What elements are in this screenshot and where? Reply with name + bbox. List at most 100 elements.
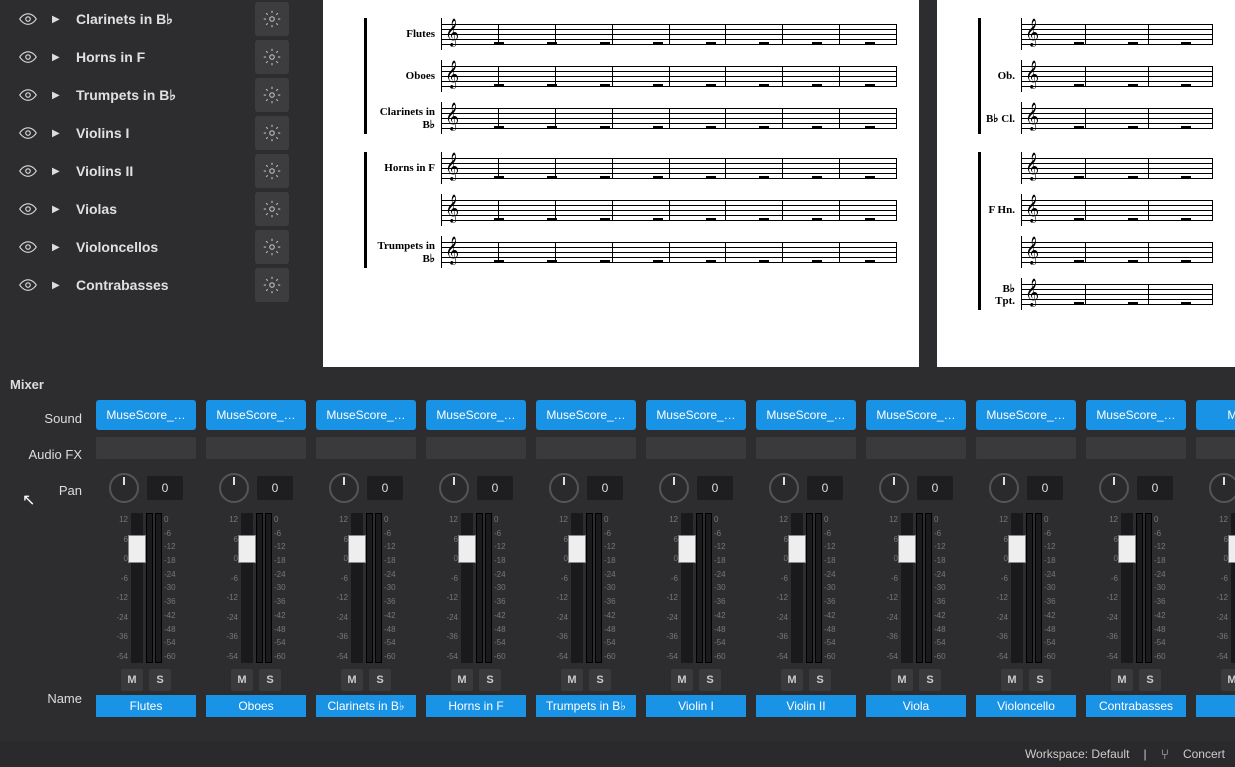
sound-select-button[interactable]: MuseScore_…	[96, 400, 196, 430]
mute-button[interactable]: M	[891, 669, 913, 691]
pan-value[interactable]: 0	[1137, 476, 1173, 500]
audiofx-slot[interactable]	[96, 437, 196, 459]
fader-handle[interactable]	[1008, 535, 1026, 563]
visibility-icon[interactable]	[18, 237, 38, 257]
fader-handle[interactable]	[238, 535, 256, 563]
instrument-row[interactable]: ▶Violins II	[0, 152, 297, 190]
instrument-row[interactable]: ▶Trumpets in B♭	[0, 76, 297, 114]
pan-knob[interactable]	[879, 473, 909, 503]
audiofx-slot[interactable]	[646, 437, 746, 459]
mute-button[interactable]: M	[561, 669, 583, 691]
visibility-icon[interactable]	[18, 275, 38, 295]
staff[interactable]: 𝄞	[441, 152, 897, 184]
solo-button[interactable]: S	[479, 669, 501, 691]
expand-caret-icon[interactable]: ▶	[52, 14, 62, 25]
fader-track[interactable]	[571, 513, 583, 663]
visibility-icon[interactable]	[18, 85, 38, 105]
sound-select-button[interactable]: MuseScore_…	[536, 400, 636, 430]
audiofx-slot[interactable]	[866, 437, 966, 459]
solo-button[interactable]: S	[589, 669, 611, 691]
pan-value[interactable]: 0	[587, 476, 623, 500]
instrument-settings-button[interactable]	[255, 78, 289, 112]
fader-track[interactable]	[1231, 513, 1235, 663]
solo-button[interactable]: S	[699, 669, 721, 691]
instrument-settings-button[interactable]	[255, 230, 289, 264]
pan-value[interactable]: 0	[1027, 476, 1063, 500]
pan-knob[interactable]	[989, 473, 1019, 503]
fader-handle[interactable]	[458, 535, 476, 563]
fader-handle[interactable]	[128, 535, 146, 563]
solo-button[interactable]: S	[919, 669, 941, 691]
solo-button[interactable]: S	[149, 669, 171, 691]
audiofx-slot[interactable]	[1196, 437, 1235, 459]
instrument-settings-button[interactable]	[255, 2, 289, 36]
fader-track[interactable]	[791, 513, 803, 663]
staff[interactable]: 𝄞	[441, 60, 897, 92]
fader-track[interactable]	[351, 513, 363, 663]
channel-name[interactable]: Viola	[866, 695, 966, 717]
sound-select-button[interactable]: MuseScore_…	[646, 400, 746, 430]
channel-name[interactable]: Flutes	[96, 695, 196, 717]
fader-handle[interactable]	[788, 535, 806, 563]
sound-select-button[interactable]: MuseScore_…	[1086, 400, 1186, 430]
staff[interactable]: 𝄞	[441, 236, 897, 268]
visibility-icon[interactable]	[18, 47, 38, 67]
score-viewport[interactable]: Flutes𝄞Oboes𝄞Clarinets in B♭𝄞 Horns in F…	[297, 0, 1235, 367]
channel-name[interactable]: Violoncello	[976, 695, 1076, 717]
mute-button[interactable]: M	[1001, 669, 1023, 691]
staff[interactable]: 𝄞	[1021, 194, 1213, 226]
pan-knob[interactable]	[439, 473, 469, 503]
mute-button[interactable]: M	[1221, 669, 1235, 691]
instrument-row[interactable]: ▶Clarinets in B♭	[0, 0, 297, 38]
staff[interactable]: 𝄞	[441, 194, 897, 226]
audiofx-slot[interactable]	[756, 437, 856, 459]
pan-knob[interactable]	[1099, 473, 1129, 503]
instrument-row[interactable]: ▶Violas	[0, 190, 297, 228]
pan-knob[interactable]	[329, 473, 359, 503]
fader-handle[interactable]	[348, 535, 366, 563]
fader-handle[interactable]	[678, 535, 696, 563]
visibility-icon[interactable]	[18, 199, 38, 219]
mute-button[interactable]: M	[1111, 669, 1133, 691]
mute-button[interactable]: M	[671, 669, 693, 691]
sound-select-button[interactable]: MuseScore_…	[316, 400, 416, 430]
fader-handle[interactable]	[898, 535, 916, 563]
mute-button[interactable]: M	[451, 669, 473, 691]
pan-value[interactable]: 0	[917, 476, 953, 500]
visibility-icon[interactable]	[18, 123, 38, 143]
staff[interactable]: 𝄞	[441, 102, 897, 134]
fader-track[interactable]	[241, 513, 253, 663]
audiofx-slot[interactable]	[206, 437, 306, 459]
visibility-icon[interactable]	[18, 9, 38, 29]
audiofx-slot[interactable]	[426, 437, 526, 459]
instrument-settings-button[interactable]	[255, 154, 289, 188]
instrument-row[interactable]: ▶Violins I	[0, 114, 297, 152]
expand-caret-icon[interactable]: ▶	[52, 166, 62, 177]
fader-track[interactable]	[681, 513, 693, 663]
expand-caret-icon[interactable]: ▶	[52, 280, 62, 291]
audiofx-slot[interactable]	[536, 437, 636, 459]
sound-select-button[interactable]: MuseScore_…	[756, 400, 856, 430]
instrument-row[interactable]: ▶Horns in F	[0, 38, 297, 76]
pan-value[interactable]: 0	[147, 476, 183, 500]
pan-knob[interactable]	[659, 473, 689, 503]
sound-select-button[interactable]: MuseS	[1196, 400, 1235, 430]
pan-knob[interactable]	[109, 473, 139, 503]
solo-button[interactable]: S	[1139, 669, 1161, 691]
mute-button[interactable]: M	[781, 669, 803, 691]
tuning-fork-icon[interactable]: ⑂	[1161, 746, 1169, 762]
expand-caret-icon[interactable]: ▶	[52, 52, 62, 63]
staff[interactable]: 𝄞	[1021, 152, 1213, 184]
mute-button[interactable]: M	[231, 669, 253, 691]
expand-caret-icon[interactable]: ▶	[52, 204, 62, 215]
staff[interactable]: 𝄞	[1021, 278, 1213, 310]
fader-track[interactable]	[1121, 513, 1133, 663]
fader-handle[interactable]	[1228, 535, 1235, 563]
solo-button[interactable]: S	[369, 669, 391, 691]
staff[interactable]: 𝄞	[1021, 102, 1213, 134]
staff[interactable]: 𝄞	[1021, 60, 1213, 92]
pan-value[interactable]: 0	[257, 476, 293, 500]
pan-knob[interactable]	[549, 473, 579, 503]
fader-handle[interactable]	[568, 535, 586, 563]
instrument-settings-button[interactable]	[255, 40, 289, 74]
